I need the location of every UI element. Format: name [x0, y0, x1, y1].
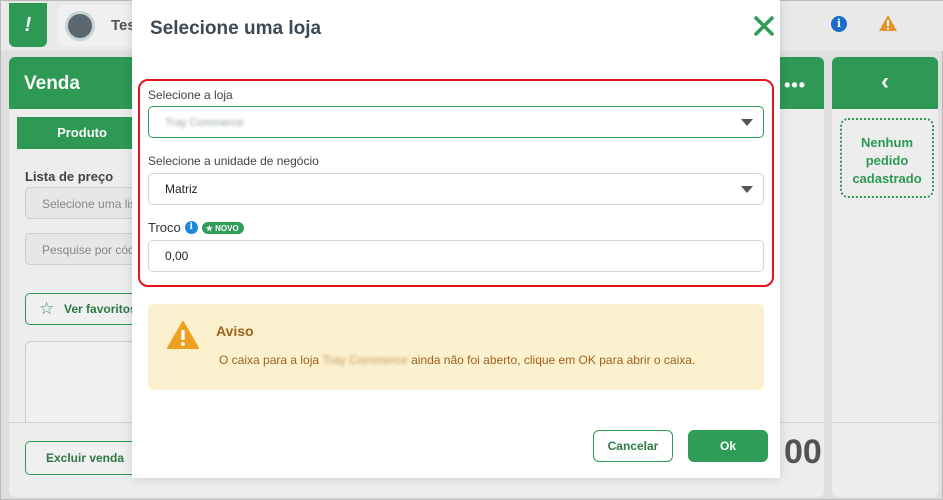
warning-alert: Aviso O caixa para a loja Tray Commerce … [148, 304, 764, 390]
caret-down-icon [741, 186, 753, 193]
select-store-modal: Selecione uma loja Selecione a loja Tray… [132, 0, 780, 478]
troco-label-row: Troco i ★ NOVO [148, 219, 244, 235]
troco-input[interactable]: 0,00 [148, 240, 764, 272]
alert-msg-suffix: ainda não foi aberto, clique em OK para … [411, 353, 696, 367]
close-icon[interactable] [752, 14, 776, 38]
cancel-button[interactable]: Cancelar [593, 430, 673, 462]
unidade-select[interactable]: Matriz [148, 173, 764, 205]
alert-msg-prefix: O caixa para a loja [219, 353, 320, 367]
alert-message: O caixa para a loja Tray Commerce ainda … [219, 353, 695, 367]
modal-title: Selecione uma loja [150, 18, 322, 39]
ok-button[interactable]: Ok [688, 430, 768, 462]
alert-msg-store: Tray Commerce [322, 353, 408, 367]
info-icon[interactable]: i [184, 221, 198, 235]
loja-label: Selecione a loja [148, 88, 233, 102]
unidade-label: Selecione a unidade de negócio [148, 154, 319, 168]
warning-icon [167, 321, 199, 349]
loja-select-value: Tray Commerce [165, 117, 244, 129]
novo-badge: ★ NOVO [201, 221, 244, 234]
loja-select[interactable]: Tray Commerce [148, 106, 764, 138]
caret-down-icon [741, 119, 753, 126]
alert-title: Aviso [216, 323, 254, 339]
troco-label: Troco [148, 220, 181, 236]
unidade-select-value: Matriz [165, 182, 198, 196]
